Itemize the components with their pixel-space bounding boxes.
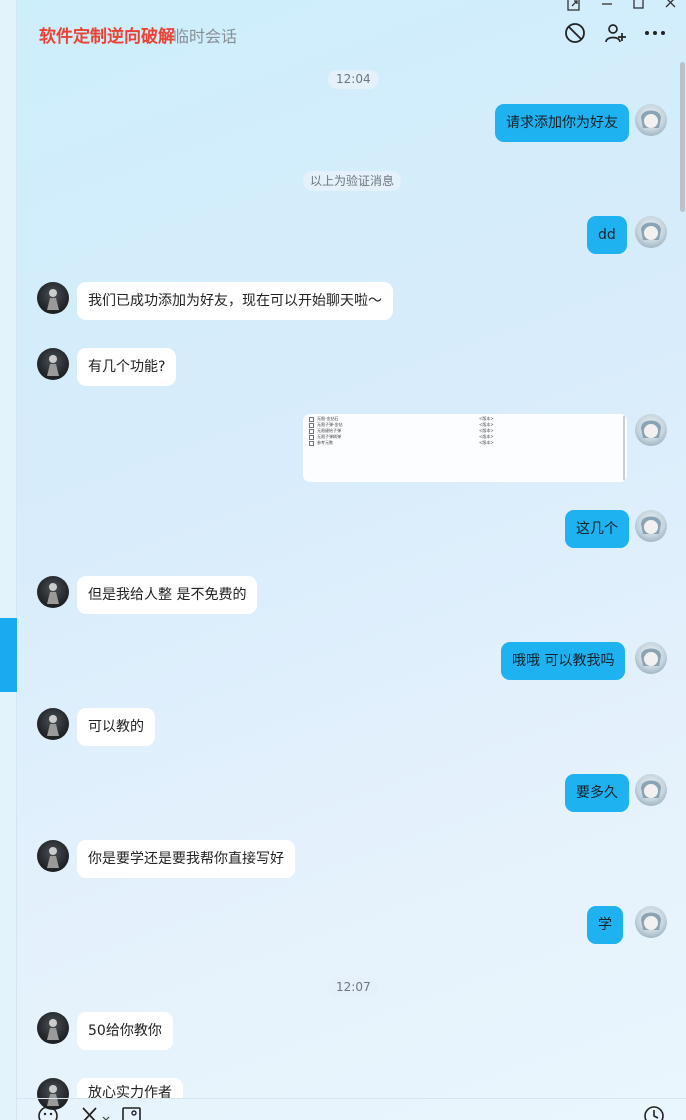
message-bubble-incoming[interactable]: 有几个功能? — [77, 348, 177, 386]
my-avatar[interactable] — [635, 642, 667, 674]
chat-header: 软件定制逆向破解 临时会话 — [17, 0, 686, 60]
emoji-icon[interactable] — [37, 1105, 59, 1120]
message-bubble-outgoing[interactable]: 哦哦 可以教我吗 — [501, 642, 626, 680]
my-avatar[interactable] — [635, 104, 667, 136]
input-toolbar — [17, 1098, 686, 1120]
add-friend-icon[interactable] — [603, 21, 627, 45]
message-bubble-outgoing[interactable]: 要多久 — [565, 774, 629, 812]
chat-scrollbar-thumb[interactable] — [680, 62, 685, 212]
my-avatar[interactable] — [635, 216, 667, 248]
contact-avatar[interactable] — [37, 348, 69, 380]
my-avatar[interactable] — [635, 510, 667, 542]
contact-avatar[interactable] — [37, 576, 69, 608]
contact-avatar[interactable] — [37, 708, 69, 740]
image-scrollbar — [623, 416, 625, 480]
image-row: 参考元数 <版本> — [309, 440, 494, 446]
chevron-down-icon[interactable] — [101, 1109, 111, 1120]
message-bubble-outgoing[interactable]: 学 — [587, 906, 623, 944]
screenshot-scissors-icon[interactable] — [79, 1105, 101, 1120]
image-message[interactable]: 无限-金钻石 <版本> 无限子弹-金钻 <版本> 无限键给子弹 <版本> 无限子弹刷弹… — [303, 414, 627, 482]
my-avatar[interactable] — [635, 906, 667, 938]
chat-title[interactable]: 软件定制逆向破解 — [39, 22, 175, 47]
contact-avatar[interactable] — [37, 1012, 69, 1044]
message-bubble-outgoing[interactable]: 这几个 — [565, 510, 629, 548]
contact-avatar[interactable] — [37, 840, 69, 872]
message-bubble-incoming[interactable]: 我们已成功添加为好友，现在可以开始聊天啦～ — [77, 282, 393, 320]
message-bubble-outgoing[interactable]: dd — [587, 216, 627, 254]
message-bubble-outgoing[interactable]: 请求添加你为好友 — [495, 104, 629, 142]
timestamp: 12:07 — [328, 978, 379, 997]
message-bubble-incoming[interactable]: 但是我给人整 是不免费的 — [77, 576, 258, 614]
message-bubble-incoming[interactable]: 放心实力作者 — [77, 1078, 183, 1098]
timestamp: 12:04 — [328, 70, 379, 89]
chat-scrollbar[interactable] — [678, 58, 686, 1098]
message-bubble-incoming[interactable]: 50给你教你 — [77, 1012, 173, 1050]
message-bubble-incoming[interactable]: 你是要学还是要我帮你直接写好 — [77, 840, 295, 878]
contact-avatar[interactable] — [37, 282, 69, 314]
image-icon[interactable] — [121, 1105, 143, 1120]
block-icon[interactable] — [563, 21, 587, 45]
my-avatar[interactable] — [635, 774, 667, 806]
my-avatar[interactable] — [635, 414, 667, 446]
message-bubble-incoming[interactable]: 可以教的 — [77, 708, 155, 746]
history-clock-icon[interactable] — [643, 1105, 665, 1120]
left-panel-strip — [0, 0, 17, 1120]
verification-notice: 以上为验证消息 — [303, 171, 402, 191]
chat-subtitle: 临时会话 — [173, 27, 238, 46]
more-options-icon[interactable] — [643, 21, 667, 45]
left-panel-active-indicator[interactable] — [0, 618, 17, 692]
